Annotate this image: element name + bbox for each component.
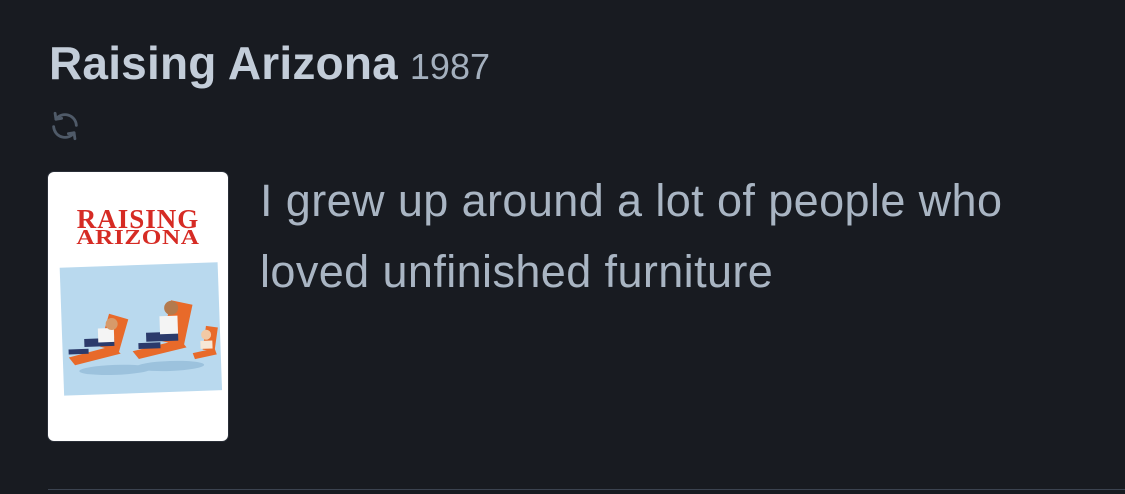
title-row: Raising Arizona 1987 [49,36,490,90]
film-poster[interactable]: RAISING ARIZONA [48,172,228,441]
film-year[interactable]: 1987 [410,46,490,88]
film-title[interactable]: Raising Arizona [49,36,398,90]
review-text: I grew up around a lot of people who lov… [260,175,1003,297]
poster-artwork [55,260,226,400]
divider [48,489,1125,490]
poster-title-line2: ARIZONA [76,225,200,249]
review-card: Raising Arizona 1987 RAISING ARIZONA I g… [0,0,1125,494]
rewatch-icon [52,111,78,141]
